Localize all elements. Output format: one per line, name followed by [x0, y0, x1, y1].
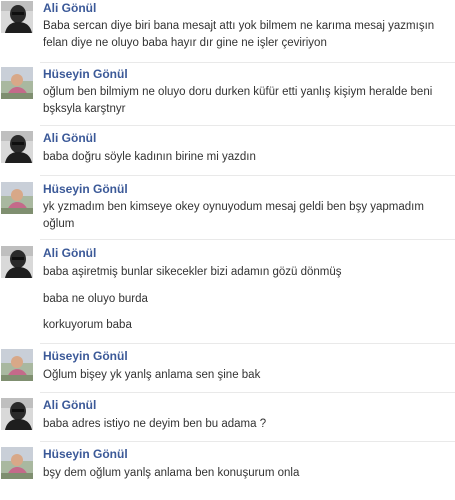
avatar[interactable] [1, 1, 33, 33]
message-text: baba aşiretmiş bunlar sikecekler bizi ad… [43, 266, 342, 278]
message-text: korkuyorum baba [43, 319, 132, 331]
ali-avatar-icon [1, 246, 33, 278]
sender-name[interactable]: Ali Gönül [43, 246, 96, 260]
message-text: oğlum ben bilmiym ne oluyo doru durken k… [43, 86, 433, 115]
avatar[interactable] [1, 349, 33, 381]
ali-avatar-icon [1, 131, 33, 163]
message-text: Oğlum bişey yk yanlş anlama sen şine bak [43, 369, 261, 381]
huseyin-avatar-icon [1, 67, 33, 99]
separator [40, 175, 455, 176]
separator [40, 62, 455, 63]
message-text: bşy dem oğlum yanlş anlama ben konuşurum… [43, 467, 300, 479]
sender-name[interactable]: Ali Gönül [43, 398, 96, 412]
sender-name[interactable]: Ali Gönül [43, 131, 96, 145]
huseyin-avatar-icon [1, 182, 33, 214]
avatar[interactable] [1, 246, 33, 278]
sender-name[interactable]: Hüseyin Gönül [43, 447, 128, 461]
avatar[interactable] [1, 398, 33, 430]
ali-avatar-icon [1, 398, 33, 430]
avatar[interactable] [1, 67, 33, 99]
avatar[interactable] [1, 182, 33, 214]
separator [40, 125, 455, 126]
sender-name[interactable]: Ali Gönül [43, 1, 96, 15]
message-text: baba doğru söyle kadının birine mi yazdı… [43, 151, 256, 163]
sender-name[interactable]: Hüseyin Gönül [43, 349, 128, 363]
huseyin-avatar-icon [1, 447, 33, 479]
huseyin-avatar-icon [1, 349, 33, 381]
message-text: baba adres istiyo ne deyim ben bu adama … [43, 418, 267, 430]
separator [40, 343, 455, 344]
message-text: baba ne oluyo burda [43, 293, 148, 305]
separator [40, 392, 455, 393]
sender-name[interactable]: Hüseyin Gönül [43, 67, 128, 81]
sender-name[interactable]: Hüseyin Gönül [43, 182, 128, 196]
ali-avatar-icon [1, 1, 33, 33]
message-text: yk yzmadım ben kimseye okey oynuyodum me… [43, 201, 424, 230]
separator [40, 239, 455, 240]
avatar[interactable] [1, 131, 33, 163]
avatar[interactable] [1, 447, 33, 479]
separator [40, 441, 455, 442]
message-text: Baba sercan diye biri bana mesajt attı y… [43, 20, 435, 49]
